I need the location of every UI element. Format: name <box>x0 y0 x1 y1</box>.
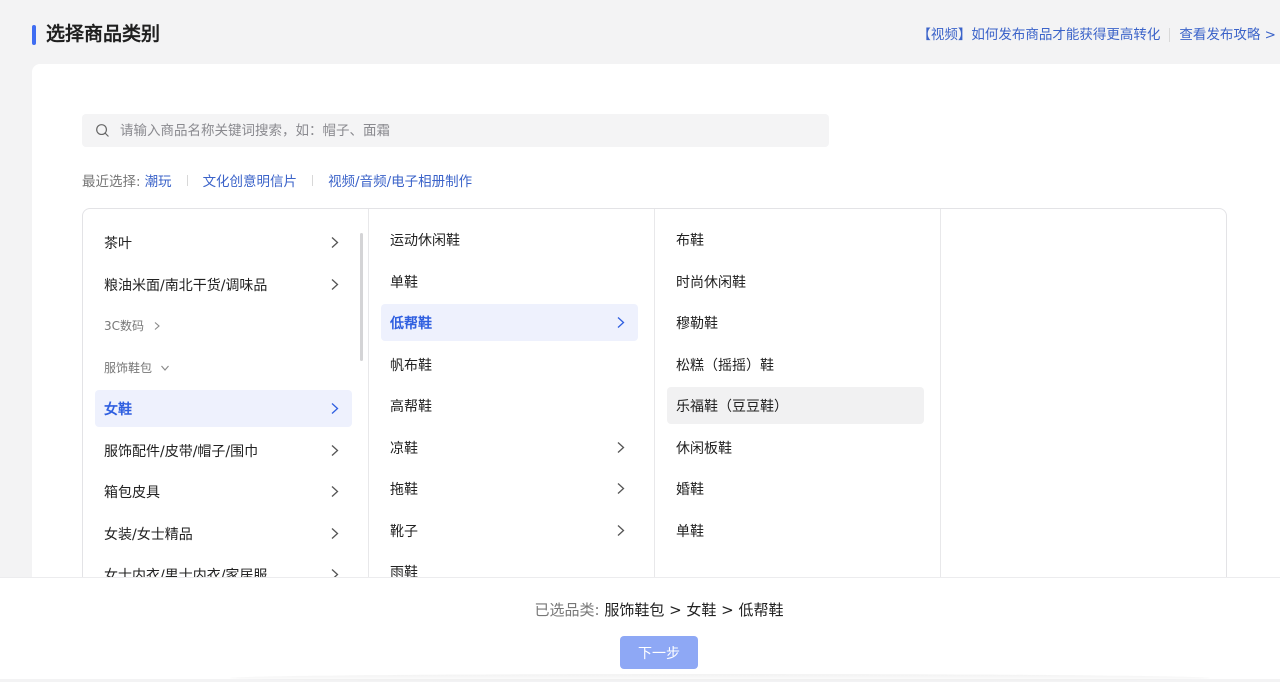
category-item-label: 帆布鞋 <box>390 357 432 374</box>
category-item-label: 穆勒鞋 <box>676 315 718 332</box>
video-tutorial-link[interactable]: 【视频】如何发布商品才能获得更高转化 <box>917 26 1160 44</box>
category-column-level4 <box>941 209 1226 607</box>
category-item[interactable]: 茶叶 <box>95 224 352 261</box>
chevron-right-icon <box>617 483 625 494</box>
category-item[interactable]: 女装/女士精品 <box>95 515 352 552</box>
category-item-label: 单鞋 <box>676 523 704 540</box>
category-group-label: 3C数码 <box>104 319 145 333</box>
category-item-label: 箱包皮具 <box>104 484 160 501</box>
category-item[interactable]: 拖鞋 <box>381 470 638 507</box>
category-item[interactable]: 时尚休闲鞋 <box>667 263 924 300</box>
category-item-label: 粮油米面/南北干货/调味品 <box>104 277 268 294</box>
category-item[interactable]: 穆勒鞋 <box>667 304 924 341</box>
chevron-right-icon <box>617 317 625 328</box>
recent-item[interactable]: 潮玩 <box>145 170 172 190</box>
category-item-hovered[interactable]: 乐福鞋（豆豆鞋） <box>667 387 924 424</box>
category-column-level2[interactable]: 运动休闲鞋 单鞋 低帮鞋 帆布鞋 高帮鞋 凉鞋 拖鞋 靴子 雨鞋 <box>369 209 655 607</box>
chevron-right-icon <box>331 445 339 456</box>
category-picker: 茶叶 粮油米面/南北干货/调味品 3C数码 服饰鞋包 女鞋 服饰配件/皮带/帽子… <box>82 208 1227 608</box>
chevron-right-icon <box>331 279 339 290</box>
recent-item[interactable]: 视频/音频/电子相册制作 <box>328 170 472 190</box>
search-icon <box>96 124 109 137</box>
divider <box>186 174 188 186</box>
category-item-label: 凉鞋 <box>390 440 418 457</box>
chevron-down-icon <box>161 365 169 371</box>
chevron-right-icon <box>617 525 625 536</box>
category-item-label: 单鞋 <box>390 274 418 291</box>
selected-category: 已选品类: 服饰鞋包 > 女鞋 > 低帮鞋 <box>0 600 1280 620</box>
recent-item[interactable]: 文化创意明信片 <box>203 170 298 190</box>
category-item[interactable]: 运动休闲鞋 <box>381 221 638 258</box>
footer-shadow <box>230 674 1210 682</box>
footer-bar: 已选品类: 服饰鞋包 > 女鞋 > 低帮鞋 下一步 <box>0 577 1280 682</box>
category-item[interactable]: 高帮鞋 <box>381 387 638 424</box>
category-item[interactable]: 单鞋 <box>667 512 924 549</box>
selected-category-path: 服饰鞋包 > 女鞋 > 低帮鞋 <box>604 601 784 619</box>
category-item-label: 拖鞋 <box>390 481 418 498</box>
category-item-label: 乐福鞋（豆豆鞋） <box>676 398 788 415</box>
search-box[interactable] <box>82 114 829 147</box>
publish-guide-link[interactable]: 查看发布攻略 > <box>1179 26 1276 44</box>
category-item[interactable]: 粮油米面/南北干货/调味品 <box>95 266 352 303</box>
category-item[interactable]: 凉鞋 <box>381 429 638 466</box>
category-item[interactable]: 布鞋 <box>667 221 924 258</box>
category-item-label: 运动休闲鞋 <box>390 232 460 249</box>
category-group[interactable]: 服饰鞋包 <box>95 349 352 386</box>
category-item-label: 时尚休闲鞋 <box>676 274 746 291</box>
page-title: 选择商品类别 <box>46 23 161 45</box>
recent-selections: 最近选择: 潮玩 文化创意明信片 视频/音频/电子相册制作 <box>82 170 472 190</box>
recent-label: 最近选择: <box>82 174 141 190</box>
category-group[interactable]: 3C数码 <box>95 307 352 344</box>
selected-category-label: 已选品类: <box>534 601 600 619</box>
category-column-level3[interactable]: 布鞋 时尚休闲鞋 穆勒鞋 松糕（摇摇）鞋 乐福鞋（豆豆鞋） 休闲板鞋 婚鞋 单鞋 <box>655 209 941 607</box>
page-header: 选择商品类别 【视频】如何发布商品才能获得更高转化 查看发布攻略 > <box>0 0 1280 64</box>
divider <box>1169 28 1171 42</box>
scrollbar[interactable] <box>360 233 363 361</box>
chevron-right-icon <box>154 321 160 330</box>
header-links: 【视频】如何发布商品才能获得更高转化 查看发布攻略 > <box>917 26 1276 44</box>
category-item[interactable]: 休闲板鞋 <box>667 429 924 466</box>
category-item-label: 休闲板鞋 <box>676 440 732 457</box>
search-input[interactable] <box>120 114 810 147</box>
category-item[interactable]: 单鞋 <box>381 263 638 300</box>
category-item-label: 松糕（摇摇）鞋 <box>676 357 774 374</box>
chevron-right-icon <box>331 403 339 414</box>
next-step-button[interactable]: 下一步 <box>620 636 698 669</box>
divider <box>312 174 314 186</box>
title-accent-bar <box>32 25 36 45</box>
category-column-level1[interactable]: 茶叶 粮油米面/南北干货/调味品 3C数码 服饰鞋包 女鞋 服饰配件/皮带/帽子… <box>83 209 369 607</box>
chevron-right-icon <box>331 237 339 248</box>
category-item-label: 布鞋 <box>676 232 704 249</box>
category-group-label: 服饰鞋包 <box>104 361 153 375</box>
category-item-selected[interactable]: 女鞋 <box>95 390 352 427</box>
chevron-right-icon <box>331 528 339 539</box>
category-item-label: 茶叶 <box>104 235 132 252</box>
category-item[interactable]: 靴子 <box>381 512 638 549</box>
chevron-right-icon <box>617 442 625 453</box>
category-item-label: 女装/女士精品 <box>104 526 193 543</box>
category-item[interactable]: 松糕（摇摇）鞋 <box>667 346 924 383</box>
category-item-label: 高帮鞋 <box>390 398 432 415</box>
category-item-label: 婚鞋 <box>676 481 704 498</box>
category-card: 最近选择: 潮玩 文化创意明信片 视频/音频/电子相册制作 茶叶 粮油米面/南北… <box>32 64 1280 608</box>
chevron-right-icon <box>331 486 339 497</box>
category-item-label: 低帮鞋 <box>390 315 432 332</box>
category-item[interactable]: 婚鞋 <box>667 470 924 507</box>
category-item[interactable]: 服饰配件/皮带/帽子/围巾 <box>95 432 352 469</box>
category-item-label: 服饰配件/皮带/帽子/围巾 <box>104 443 259 460</box>
category-item-label: 女鞋 <box>104 401 132 418</box>
category-item[interactable]: 帆布鞋 <box>381 346 638 383</box>
category-item[interactable]: 箱包皮具 <box>95 473 352 510</box>
category-item-label: 靴子 <box>390 523 418 540</box>
category-item-selected[interactable]: 低帮鞋 <box>381 304 638 341</box>
